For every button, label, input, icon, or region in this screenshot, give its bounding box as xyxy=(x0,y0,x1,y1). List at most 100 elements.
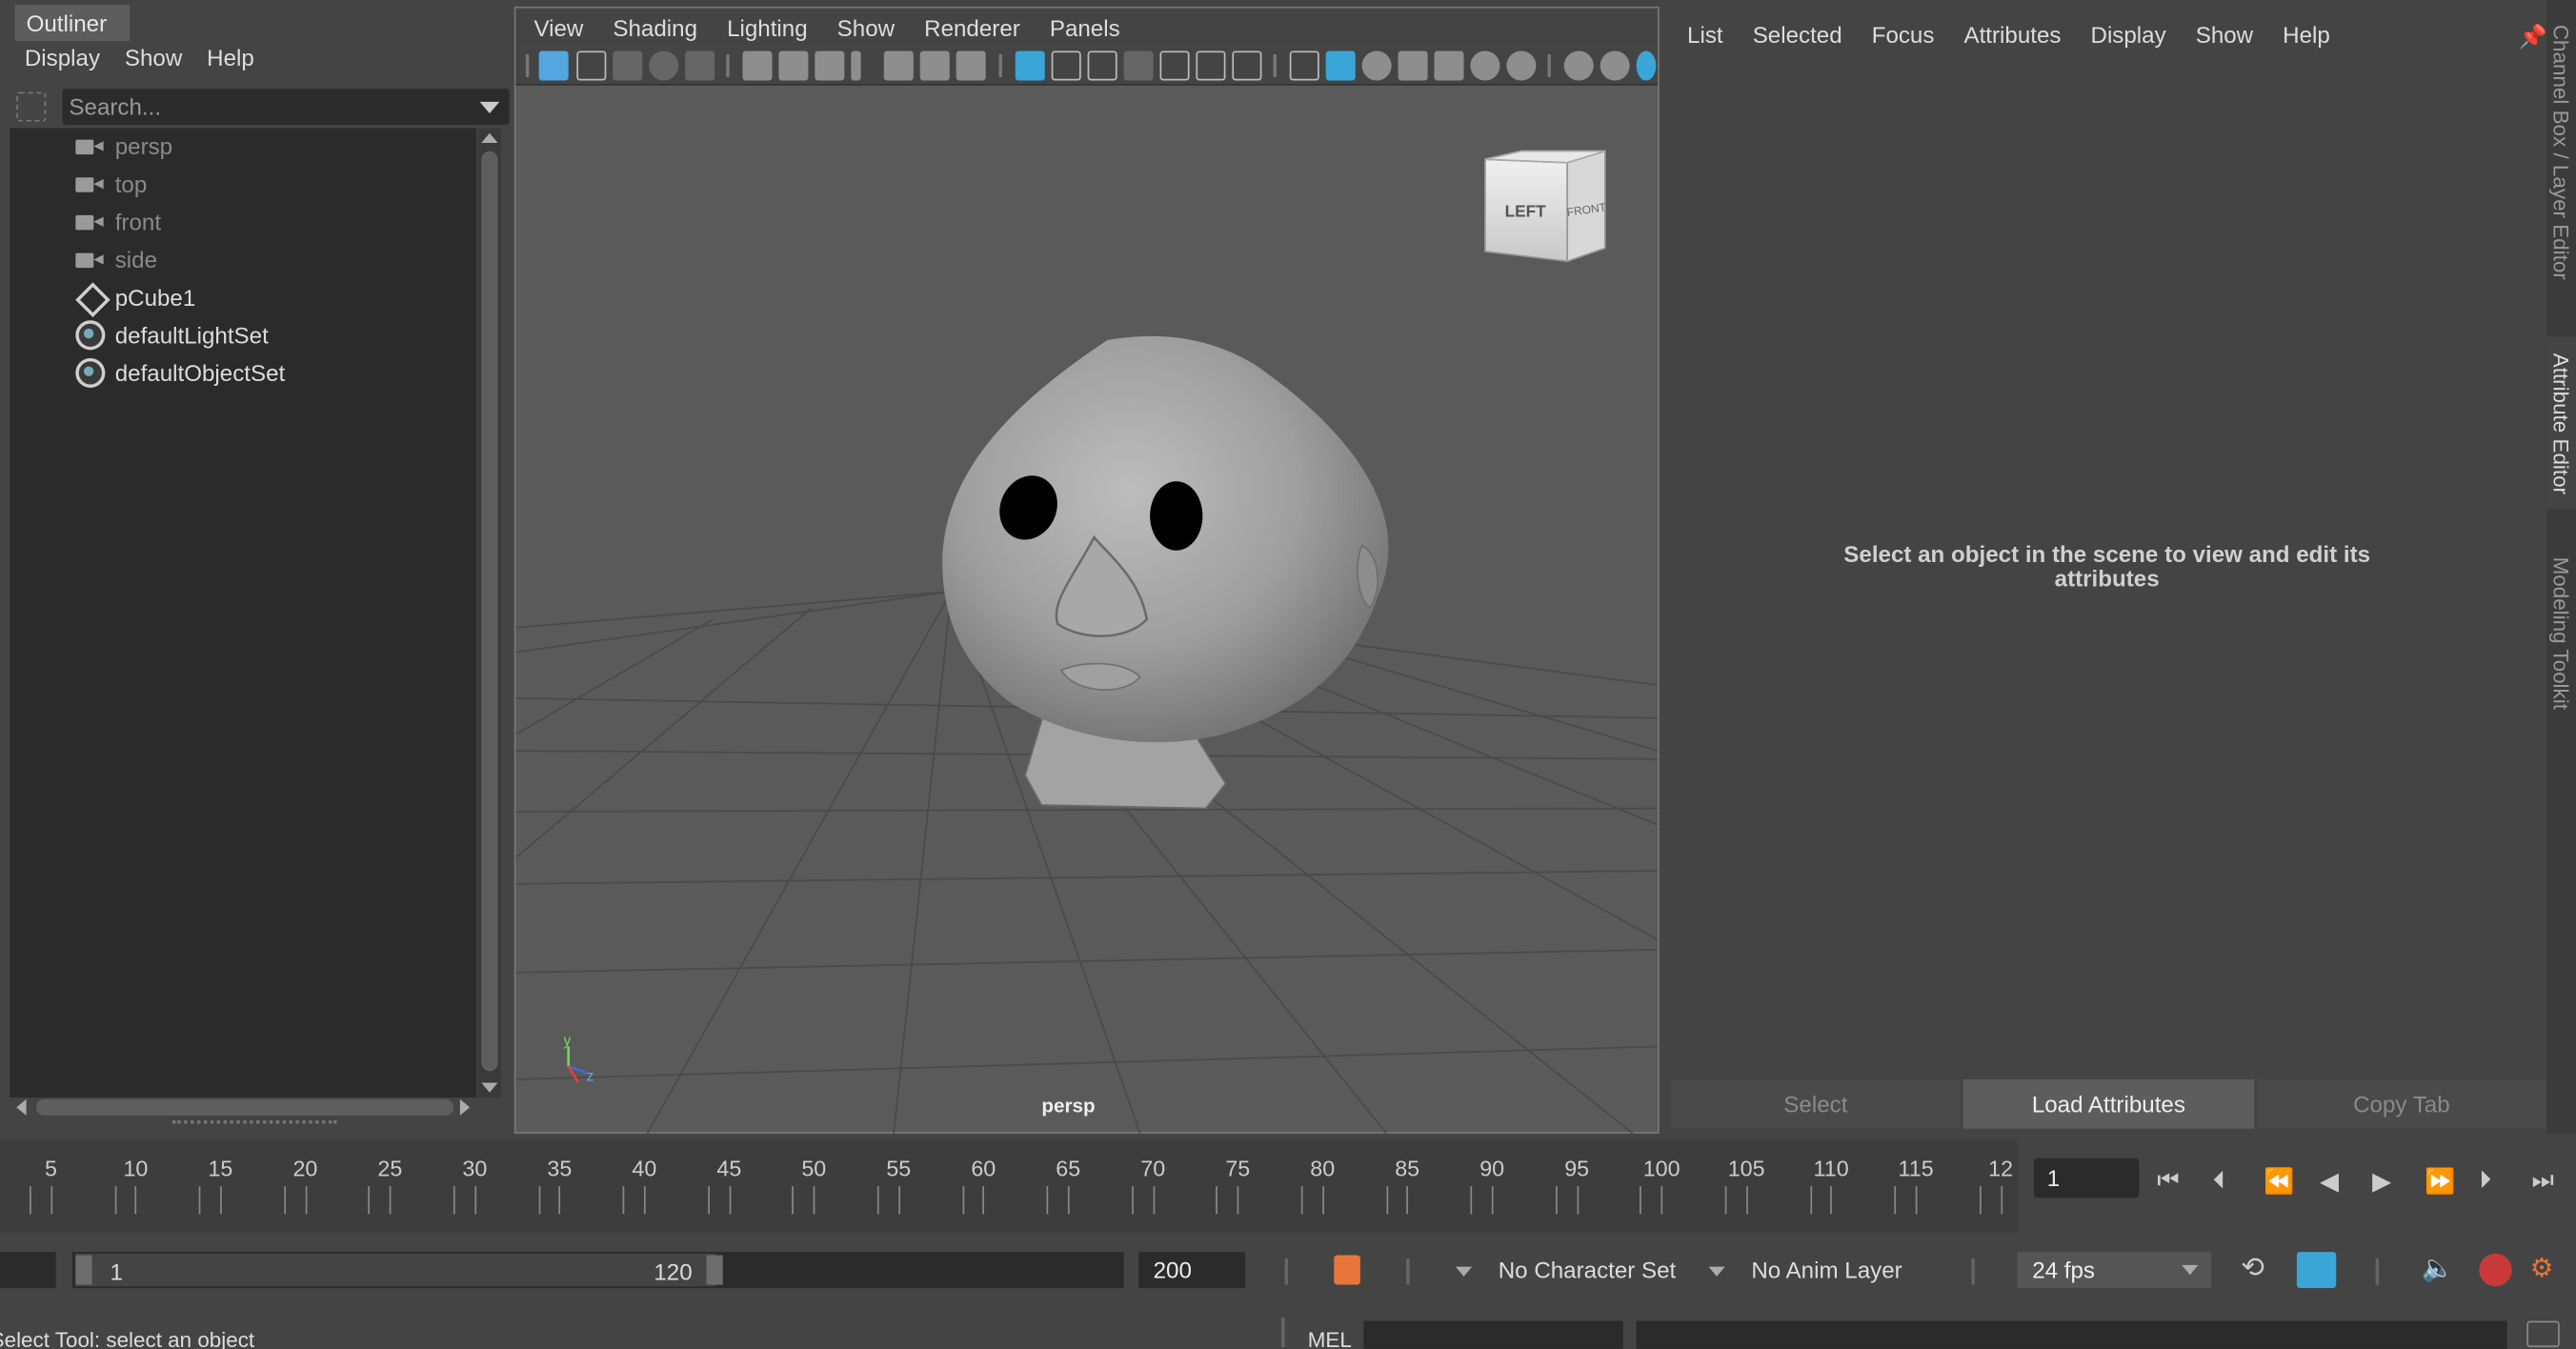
field-chart-icon[interactable] xyxy=(1159,50,1190,81)
pan-zoom-icon[interactable] xyxy=(883,50,914,81)
current-frame-field[interactable]: 1 xyxy=(2033,1158,2140,1198)
ambient-occlusion-icon[interactable] xyxy=(1563,50,1594,81)
lights-icon[interactable] xyxy=(1470,50,1500,81)
motion-blur-icon[interactable] xyxy=(1600,50,1630,81)
camera-bookmark-icon[interactable] xyxy=(815,50,845,81)
loop-icon[interactable]: ⟲ xyxy=(2241,1252,2264,1284)
step-back-key-icon[interactable]: ⏪ xyxy=(2264,1166,2294,1196)
gate-mask-icon[interactable] xyxy=(1123,50,1154,81)
resolution-gate-icon[interactable] xyxy=(1087,50,1117,81)
marker-icon[interactable] xyxy=(851,50,861,81)
attr-menu-focus[interactable]: Focus xyxy=(1857,18,1949,54)
fps-dropdown-icon[interactable] xyxy=(2182,1264,2199,1276)
step-forward-key-icon[interactable]: ⏩ xyxy=(2425,1166,2455,1196)
play-backwards-icon[interactable]: ◀ xyxy=(2320,1166,2339,1196)
attr-menu-help[interactable]: Help xyxy=(2268,18,2345,54)
step-back-frame-icon[interactable]: ⏴ xyxy=(2213,1166,2225,1194)
play-forwards-icon[interactable]: ▶ xyxy=(2372,1166,2391,1196)
frame-all-icon[interactable] xyxy=(576,50,607,81)
settings-icon[interactable]: ⚙ xyxy=(2530,1252,2554,1284)
grease-pencil-icon[interactable] xyxy=(919,50,950,81)
search-dropdown-icon[interactable] xyxy=(479,101,500,113)
step-forward-frame-icon[interactable]: ⏵ xyxy=(2479,1166,2491,1194)
tree-item-defaultlightset[interactable]: defaultLightSet xyxy=(75,317,269,353)
tree-item-top[interactable]: top xyxy=(75,166,147,202)
viewport-canvas[interactable]: LEFT FRONT y z xyxy=(515,86,1659,1134)
textured-icon[interactable] xyxy=(1434,50,1464,81)
cache-playback-icon[interactable] xyxy=(2296,1252,2337,1289)
character-set-dropdown-icon[interactable] xyxy=(1455,1266,1473,1277)
anim-layer-label[interactable]: No Anim Layer xyxy=(1751,1252,1902,1288)
isolate-select-icon[interactable] xyxy=(1636,50,1657,81)
character-set-label[interactable]: No Character Set xyxy=(1499,1252,1677,1288)
camera-attributes-icon[interactable] xyxy=(742,50,773,81)
scroll-right-icon[interactable] xyxy=(459,1098,471,1116)
scroll-left-icon[interactable] xyxy=(16,1098,27,1116)
gate-icon[interactable] xyxy=(685,50,715,81)
go-to-end-icon[interactable]: ⏭ xyxy=(2531,1166,2553,1194)
outliner-menu-display[interactable]: Display xyxy=(0,41,113,77)
attr-menu-display[interactable]: Display xyxy=(2076,18,2181,54)
copy-tab-button[interactable]: Copy Tab xyxy=(2256,1078,2546,1129)
sound-icon[interactable]: 🔈 xyxy=(2422,1252,2454,1284)
film-gate-icon[interactable] xyxy=(1051,50,1081,81)
bookmark-icon[interactable] xyxy=(613,50,643,81)
image-plane-icon[interactable] xyxy=(649,50,679,81)
panel-resize-grip[interactable] xyxy=(172,1120,337,1125)
range-start-handle[interactable] xyxy=(75,1255,92,1285)
filter-icon[interactable] xyxy=(16,91,47,122)
command-input[interactable] xyxy=(1363,1320,1623,1349)
viewport-menu-panels[interactable]: Panels xyxy=(1035,9,1135,47)
range-end-handle[interactable] xyxy=(706,1255,723,1285)
viewport-menu-shading[interactable]: Shading xyxy=(598,9,713,47)
outliner-menu-show[interactable]: Show xyxy=(113,41,195,77)
tab-modeling-toolkit[interactable]: Modeling Toolkit xyxy=(2546,542,2576,723)
scrollbar-thumb[interactable] xyxy=(481,151,498,1072)
viewport-menu-renderer[interactable]: Renderer xyxy=(910,9,1036,47)
select-camera-icon[interactable] xyxy=(538,50,569,81)
lock-camera-icon[interactable] xyxy=(778,50,809,81)
viewport-menu-lighting[interactable]: Lighting xyxy=(713,9,823,47)
tree-item-front[interactable]: front xyxy=(75,204,161,240)
shadows-icon[interactable] xyxy=(1506,50,1537,81)
tree-item-persp[interactable]: persp xyxy=(75,129,172,165)
smooth-shade-icon[interactable] xyxy=(1325,50,1356,81)
attr-menu-selected[interactable]: Selected xyxy=(1738,18,1857,54)
viewport-menu-view[interactable]: View xyxy=(515,9,597,47)
fps-select[interactable]: 24 fps xyxy=(2017,1252,2212,1289)
load-attributes-button[interactable]: Load Attributes xyxy=(1963,1078,2254,1129)
head-model[interactable] xyxy=(942,335,1389,810)
attr-menu-list[interactable]: List xyxy=(1667,18,1738,54)
go-to-start-icon[interactable]: ⏮ xyxy=(2157,1166,2179,1194)
command-language-label[interactable]: MEL xyxy=(1308,1327,1352,1349)
auto-key-icon[interactable] xyxy=(1334,1255,1360,1285)
playback-preferences-icon[interactable] xyxy=(2479,1253,2512,1287)
grid-icon[interactable] xyxy=(1015,50,1045,81)
safe-title-icon[interactable] xyxy=(1232,50,1262,81)
scroll-down-icon[interactable] xyxy=(481,1082,498,1093)
select-button[interactable]: Select xyxy=(1670,1078,1961,1129)
scroll-up-icon[interactable] xyxy=(481,132,498,144)
script-editor-icon[interactable] xyxy=(2526,1320,2560,1348)
anim-layer-dropdown-icon[interactable] xyxy=(1708,1266,1725,1277)
animation-start-field[interactable] xyxy=(0,1252,56,1289)
range-slider-track[interactable]: 1 120 xyxy=(75,1253,723,1287)
tree-item-defaultobjectset[interactable]: defaultObjectSet xyxy=(75,354,285,391)
search-input[interactable] xyxy=(62,89,457,126)
animation-end-field[interactable]: 200 xyxy=(1138,1252,1246,1289)
safe-action-icon[interactable] xyxy=(1196,50,1226,81)
outliner-horizontal-scrollbar[interactable] xyxy=(10,1096,476,1118)
tree-item-side[interactable]: side xyxy=(75,242,157,278)
default-material-icon[interactable] xyxy=(1361,50,1392,81)
range-slider[interactable]: 1 120 xyxy=(71,1252,1124,1289)
tree-item-pcube1[interactable]: pCube1 xyxy=(75,279,196,315)
pin-icon[interactable]: 📌 xyxy=(2519,23,2547,50)
wireframe-on-shaded-icon[interactable] xyxy=(1398,50,1428,81)
view-cube[interactable]: LEFT FRONT xyxy=(1484,150,1608,263)
outliner-menu-help[interactable]: Help xyxy=(195,41,268,77)
wireframe-icon[interactable] xyxy=(1289,50,1319,81)
attr-menu-attributes[interactable]: Attributes xyxy=(1949,18,2076,54)
tab-channel-box[interactable]: Channel Box / Layer Editor xyxy=(2546,0,2576,304)
viewport-menu-show[interactable]: Show xyxy=(822,9,909,47)
tab-attribute-editor[interactable]: Attribute Editor xyxy=(2546,336,2576,510)
